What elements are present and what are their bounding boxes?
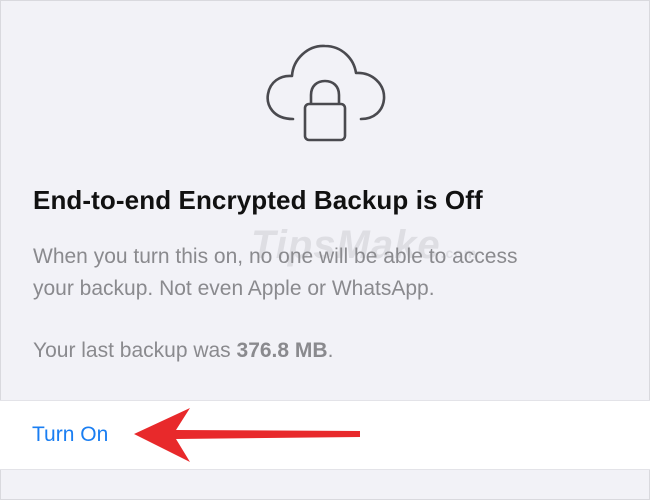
page-title: End-to-end Encrypted Backup is Off — [33, 185, 483, 215]
last-backup-size: 376.8 MB — [236, 339, 328, 362]
last-backup-text: Your last backup was 376.8 MB. — [33, 336, 333, 366]
description: When you turn this on, no one will be ab… — [33, 241, 633, 305]
red-arrow-icon — [134, 408, 360, 462]
last-backup-prefix: Your last backup was — [33, 339, 237, 362]
turn-on-button[interactable]: Turn On — [32, 423, 108, 447]
description-line-2: your backup. Not even Apple or WhatsApp. — [33, 277, 435, 300]
cloud-lock-icon — [266, 44, 386, 142]
description-line-1: When you turn this on, no one will be ab… — [33, 245, 518, 268]
last-backup-suffix: . — [327, 339, 334, 362]
